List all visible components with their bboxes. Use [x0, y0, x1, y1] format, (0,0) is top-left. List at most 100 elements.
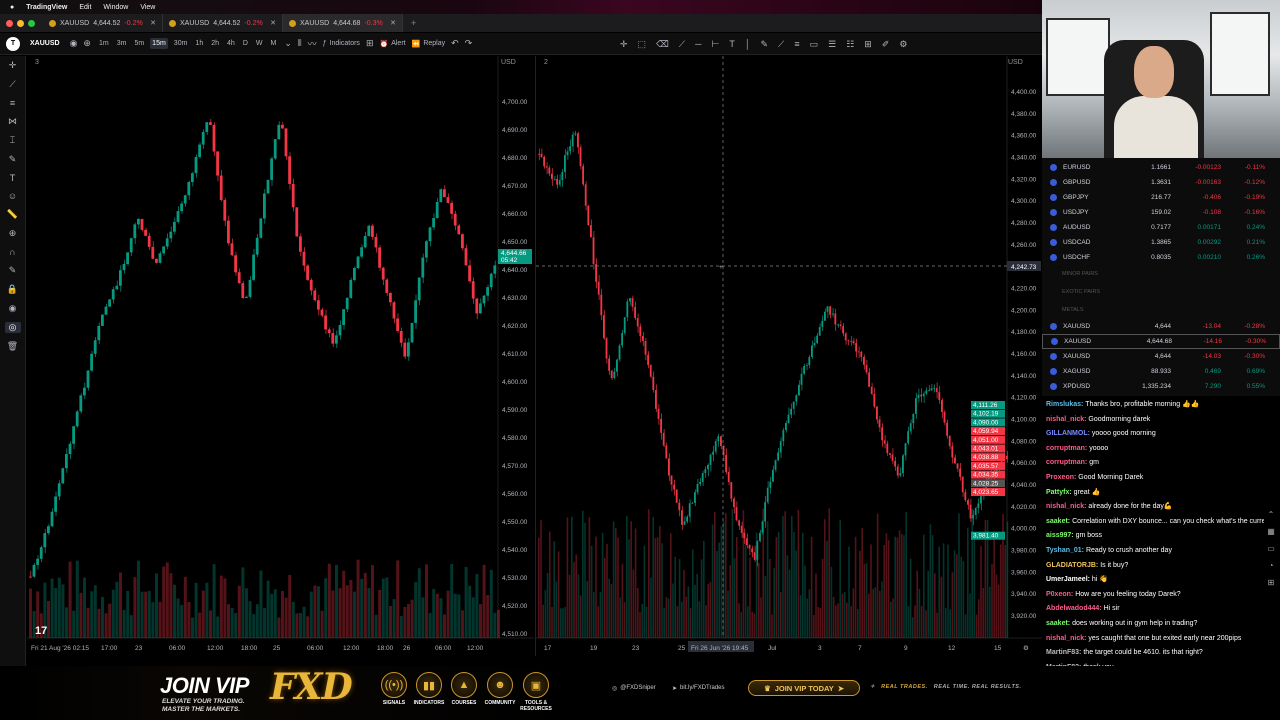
- pattern-icon[interactable]: ⋈: [8, 116, 17, 127]
- watchlist-row[interactable]: GBPUSD 1.3631 -0.00163 -0.12%: [1042, 175, 1280, 190]
- eye-icon[interactable]: ◉: [9, 303, 17, 314]
- chart-settings-icon[interactable]: ⚙: [1023, 644, 1029, 652]
- pencil-icon[interactable]: ✐: [882, 39, 890, 50]
- watchlist-row[interactable]: XAUUSD 4,644 -13.04 -0.28%: [1042, 319, 1280, 334]
- layout-icon[interactable]: ⊞: [366, 38, 374, 49]
- trend-line-icon[interactable]: ⟋: [778, 39, 784, 50]
- watchlist-section[interactable]: EXOTIC PAIRS: [1042, 283, 1280, 301]
- timeframe-1h[interactable]: 1h: [193, 38, 205, 49]
- timeframe-15m[interactable]: 15m: [150, 38, 168, 49]
- close-window-button[interactable]: [6, 19, 13, 27]
- stay-in-drawing-icon[interactable]: ◎: [4, 322, 21, 333]
- timeframe-3m[interactable]: 3m: [115, 38, 129, 49]
- left-chart-pane[interactable]: 4,700.00 4,690.00 4,680.00 4,670.00 4,660.00…: [27, 56, 534, 656]
- apple-icon[interactable]: ●: [10, 4, 14, 11]
- chevron-up-icon[interactable]: ⌃: [1268, 510, 1275, 519]
- ray-icon[interactable]: ⟋: [679, 39, 685, 50]
- user-avatar[interactable]: T: [6, 36, 20, 51]
- zoom-icon[interactable]: ⊕: [9, 228, 17, 239]
- indicators-button[interactable]: ƒ Indicators: [323, 40, 360, 47]
- right-chart-canvas[interactable]: 4,400.00 4,380.00 4,360.00 4,340.00 4,320.00…: [536, 56, 1042, 656]
- app-name[interactable]: TradingView: [26, 4, 67, 11]
- ruler-icon[interactable]: 📏: [7, 209, 18, 220]
- cursor-icon[interactable]: ✛: [9, 60, 17, 71]
- eraser-icon[interactable]: ⌫: [656, 39, 669, 50]
- horizontal-line-icon[interactable]: ─: [695, 39, 701, 49]
- volume-bar: [703, 540, 705, 638]
- timeframe-D[interactable]: D: [241, 38, 250, 49]
- watchlist-section[interactable]: METALS: [1042, 301, 1280, 319]
- brush-icon[interactable]: ✎: [9, 154, 17, 165]
- crosshair-icon[interactable]: ✛: [620, 39, 628, 50]
- trash-icon[interactable]: 🗑: [7, 341, 18, 352]
- timeframe-W[interactable]: W: [254, 38, 265, 49]
- grid-icon[interactable]: ⊞: [864, 39, 872, 50]
- replay-button[interactable]: ⏪ Replay: [412, 40, 446, 48]
- left-chart-canvas[interactable]: 4,700.00 4,690.00 4,680.00 4,670.00 4,660.00…: [27, 56, 534, 656]
- redo-icon[interactable]: ↷: [465, 38, 473, 49]
- watchlist-row[interactable]: AUDUSD 0.7177 0.00171 0.24%: [1042, 220, 1280, 235]
- horizontal-ray-icon[interactable]: ⊢: [712, 39, 720, 50]
- menu-view[interactable]: View: [140, 4, 155, 11]
- timeframe-1m[interactable]: 1m: [97, 38, 111, 49]
- bar-style-icon[interactable]: ⫴: [298, 38, 302, 49]
- alert-button[interactable]: ⏰ Alert: [379, 40, 405, 48]
- currency-label[interactable]: USD: [501, 59, 516, 66]
- timeframe-30m[interactable]: 30m: [172, 38, 190, 49]
- selection-icon[interactable]: ⬚: [638, 39, 647, 50]
- text-icon[interactable]: T: [729, 39, 735, 49]
- line-chart-icon[interactable]: 〰: [308, 37, 317, 50]
- add-symbol-icon[interactable]: ⊕: [83, 38, 91, 49]
- bell-icon[interactable]: ◔: [1269, 561, 1274, 570]
- close-tab-icon[interactable]: ✕: [270, 19, 276, 27]
- text-icon[interactable]: T: [10, 173, 16, 183]
- watchlist-row[interactable]: EURUSD 1.1661 -0.00123 -0.11%: [1042, 160, 1280, 175]
- watchlist-row[interactable]: XAUUSD 4,644.68 -14.16 -0.30%: [1042, 334, 1280, 349]
- magnet-icon[interactable]: ∩: [9, 247, 15, 257]
- menu-window[interactable]: Window: [103, 4, 128, 11]
- new-tab-icon[interactable]: +: [403, 18, 424, 28]
- calendar-icon[interactable]: ▦: [1267, 527, 1275, 536]
- eye-icon[interactable]: ◉: [70, 38, 78, 49]
- grid-icon[interactable]: ⊞: [1268, 578, 1275, 587]
- currency-label[interactable]: USD: [1008, 59, 1023, 66]
- long-position-icon[interactable]: ⌶: [10, 135, 15, 146]
- symbol-search[interactable]: XAUUSD: [26, 38, 64, 49]
- fib-retracement-icon[interactable]: ≡: [10, 98, 15, 108]
- tab-1[interactable]: XAUUSD 4,644.52 -0.2% ✕: [43, 14, 163, 32]
- lock-icon[interactable]: 🔒: [7, 284, 18, 295]
- close-tab-icon[interactable]: ✕: [150, 19, 156, 27]
- right-chart-pane[interactable]: 4,400.00 4,380.00 4,360.00 4,340.00 4,320.00…: [535, 56, 1042, 656]
- watchlist-row[interactable]: XAGUSD 88.933 0.469 0.69%: [1042, 364, 1280, 379]
- watchlist-row[interactable]: USDCAD 1.3865 0.00292 0.21%: [1042, 235, 1280, 250]
- comment-icon[interactable]: ▭: [810, 39, 819, 50]
- lock-drawing-icon[interactable]: ✎: [9, 265, 17, 276]
- emoji-icon[interactable]: ☺: [8, 191, 17, 201]
- timeframe-4h[interactable]: 4h: [225, 38, 237, 49]
- tab-2[interactable]: XAUUSD 4,644.52 -0.2% ✕: [163, 14, 283, 32]
- chevron-down-icon[interactable]: ⌄: [284, 38, 292, 49]
- timeframe-M[interactable]: M: [268, 38, 278, 49]
- minimize-window-button[interactable]: [17, 19, 24, 27]
- watchlist-row[interactable]: GBPJPY 216.77 -0.406 -0.19%: [1042, 190, 1280, 205]
- chat-icon[interactable]: ▭: [1267, 544, 1275, 553]
- watchlist-section[interactable]: MINOR PAIRS: [1042, 265, 1280, 283]
- vertical-line-icon[interactable]: │: [745, 39, 751, 49]
- timeframe-2h[interactable]: 2h: [209, 38, 221, 49]
- brush-icon[interactable]: ✎: [760, 39, 768, 50]
- undo-icon[interactable]: ↶: [451, 38, 459, 49]
- watchlist-row[interactable]: USDJPY 159.02 -0.108 -0.16%: [1042, 205, 1280, 220]
- tab-3[interactable]: XAUUSD 4,644.68 -0.3% ✕: [283, 14, 403, 32]
- fib-icon[interactable]: ☰: [828, 39, 836, 50]
- menu-edit[interactable]: Edit: [79, 4, 91, 11]
- zoom-window-button[interactable]: [28, 19, 35, 27]
- trend-line-icon[interactable]: ⟋: [9, 79, 15, 90]
- settings-icon[interactable]: ⚙: [899, 39, 907, 50]
- parallel-channel-icon[interactable]: ≡: [794, 39, 799, 49]
- timeframe-5m[interactable]: 5m: [132, 38, 146, 49]
- watchlist-row[interactable]: USDCHF 0.8035 0.00210 0.26%: [1042, 250, 1280, 265]
- watchlist-row[interactable]: XPDUSD 1,335.234 7.290 0.55%: [1042, 379, 1280, 394]
- close-tab-icon[interactable]: ✕: [390, 19, 396, 27]
- gann-icon[interactable]: ☷: [846, 39, 854, 50]
- watchlist-row[interactable]: XAUUSD 4,644 -14.03 -0.30%: [1042, 349, 1280, 364]
